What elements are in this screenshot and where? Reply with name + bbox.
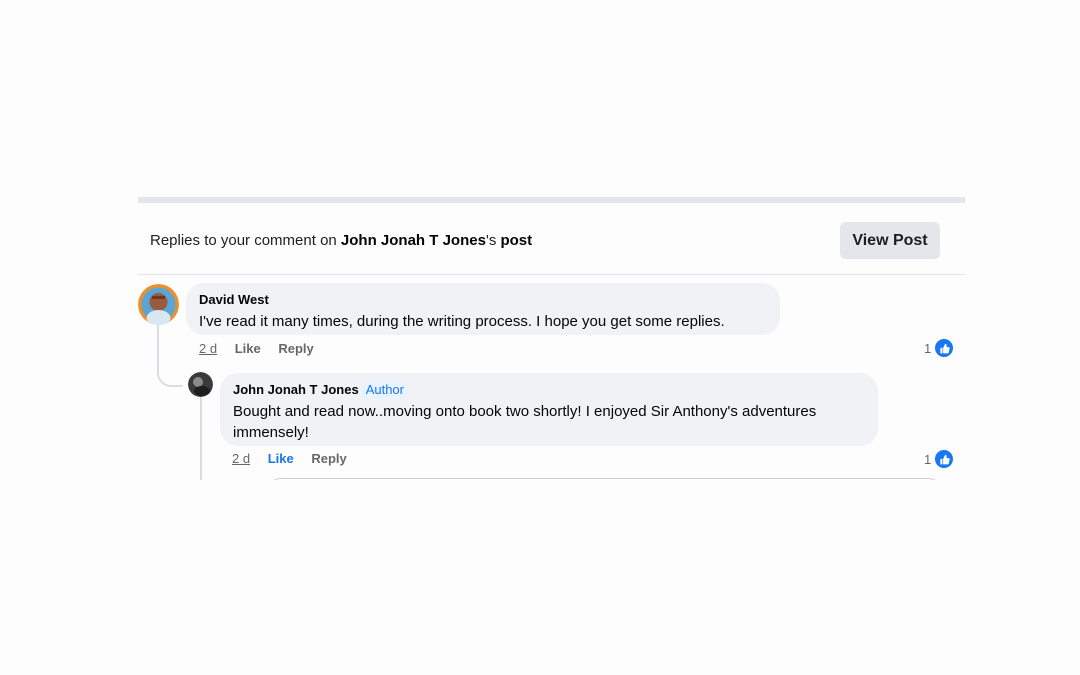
comment-text: I've read it many times, during the writ… bbox=[199, 313, 725, 330]
reaction-count: 1 bbox=[924, 451, 932, 467]
post-author-link[interactable]: John Jonah T Jones bbox=[341, 232, 486, 249]
avatar[interactable] bbox=[138, 284, 179, 325]
notification-header: Replies to your comment on John Jonah T … bbox=[150, 232, 532, 249]
header-divider bbox=[138, 274, 965, 275]
nested-reply-thread-line bbox=[200, 397, 202, 480]
notification-card: Replies to your comment on John Jonah T … bbox=[138, 197, 965, 480]
like-button[interactable]: Like bbox=[268, 451, 294, 466]
reply-input[interactable] bbox=[265, 478, 944, 480]
comment-bubble: David West I've read it many times, duri… bbox=[186, 283, 780, 335]
author-badge: Author bbox=[361, 382, 408, 398]
comment-author[interactable]: John Jonah T Jones bbox=[233, 382, 359, 397]
thumbs-up-icon bbox=[934, 449, 955, 469]
top-divider bbox=[138, 197, 965, 203]
post-link[interactable]: post bbox=[500, 232, 532, 249]
reply-button[interactable]: Reply bbox=[311, 451, 346, 466]
comment-timestamp[interactable]: 2 d bbox=[199, 341, 217, 356]
like-button[interactable]: Like bbox=[235, 341, 261, 356]
reply-button[interactable]: Reply bbox=[278, 341, 313, 356]
reply-bubble: John Jonah T Jones Author Bought and read… bbox=[220, 373, 878, 446]
comment-actions: 2 d Like Reply bbox=[232, 451, 361, 466]
view-post-button[interactable]: View Post bbox=[840, 222, 940, 259]
header-prefix: Replies to your comment on bbox=[150, 232, 341, 249]
reaction-summary[interactable]: 1 bbox=[924, 449, 955, 469]
reaction-summary[interactable]: 1 bbox=[924, 338, 955, 358]
comment-text: Bought and read now..moving onto book tw… bbox=[233, 403, 817, 441]
comment-actions: 2 d Like Reply bbox=[199, 341, 328, 356]
reaction-count: 1 bbox=[924, 340, 932, 356]
avatar[interactable] bbox=[188, 372, 213, 397]
comment-author[interactable]: David West bbox=[199, 292, 269, 307]
reply-thread-connector bbox=[157, 325, 183, 387]
thumbs-up-icon bbox=[934, 338, 955, 358]
comment-timestamp[interactable]: 2 d bbox=[232, 451, 250, 466]
header-middle: 's bbox=[485, 232, 501, 249]
